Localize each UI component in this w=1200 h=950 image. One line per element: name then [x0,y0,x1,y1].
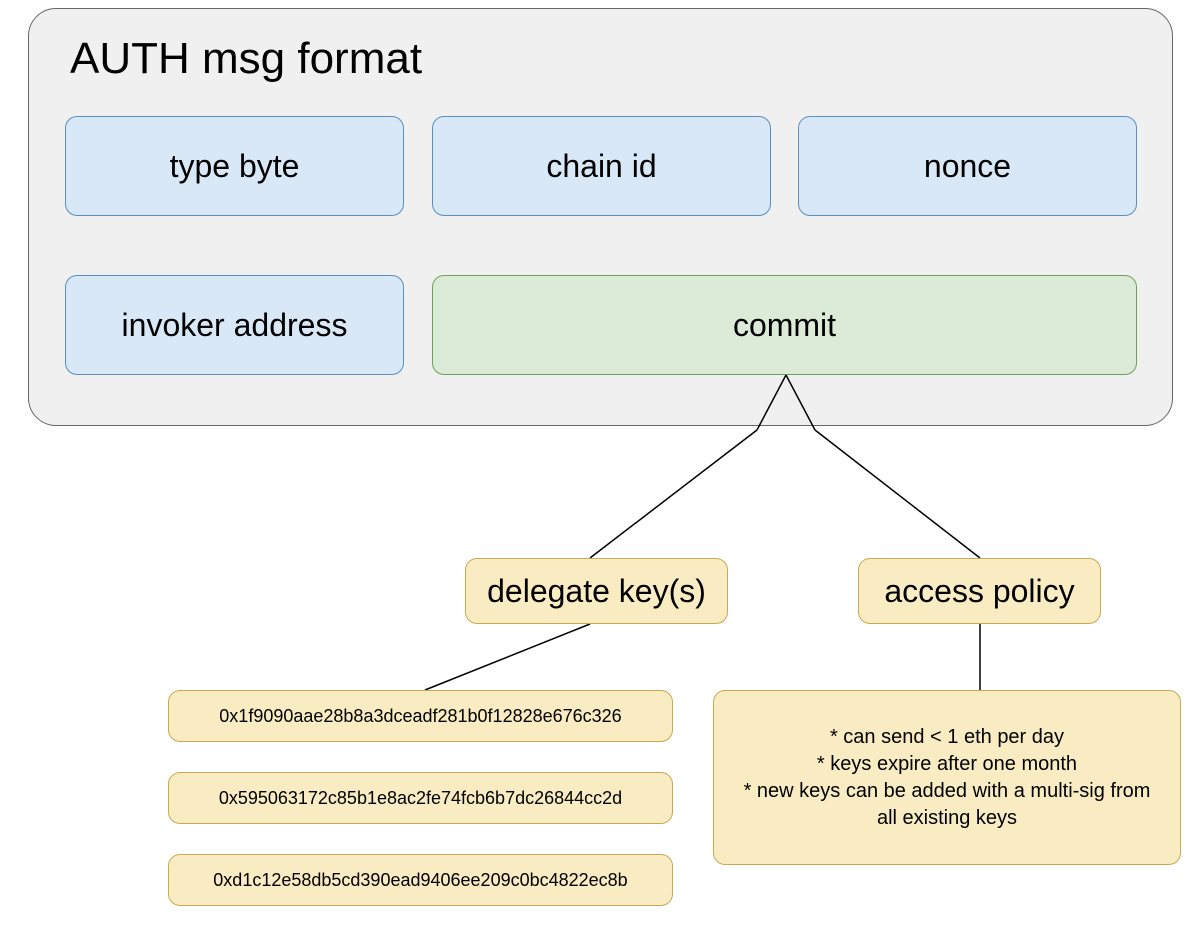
field-invoker-address: invoker address [65,275,404,375]
delegate-keys-header: delegate key(s) [465,558,728,624]
policy-line-0: * can send < 1 eth per day [830,724,1064,751]
access-policy-header: access policy [858,558,1101,624]
policy-line-2: * new keys can be added with a multi-sig… [744,778,1151,805]
diagram-canvas: AUTH msg format type byte chain id nonce… [0,0,1200,950]
delegate-key-0: 0x1f9090aae28b8a3dceadf281b0f12828e676c3… [168,690,673,742]
field-type-byte: type byte [65,116,404,216]
container-title: AUTH msg format [70,34,422,84]
field-chain-id: chain id [432,116,771,216]
delegate-key-1: 0x595063172c85b1e8ac2fe74fcb6b7dc26844cc… [168,772,673,824]
field-commit: commit [432,275,1137,375]
delegate-key-2: 0xd1c12e58db5cd390ead9406ee209c0bc4822ec… [168,854,673,906]
field-nonce: nonce [798,116,1137,216]
policy-line-1: * keys expire after one month [817,751,1077,778]
policy-line-3: all existing keys [877,805,1017,832]
access-policy-body: * can send < 1 eth per day * keys expire… [713,690,1181,865]
